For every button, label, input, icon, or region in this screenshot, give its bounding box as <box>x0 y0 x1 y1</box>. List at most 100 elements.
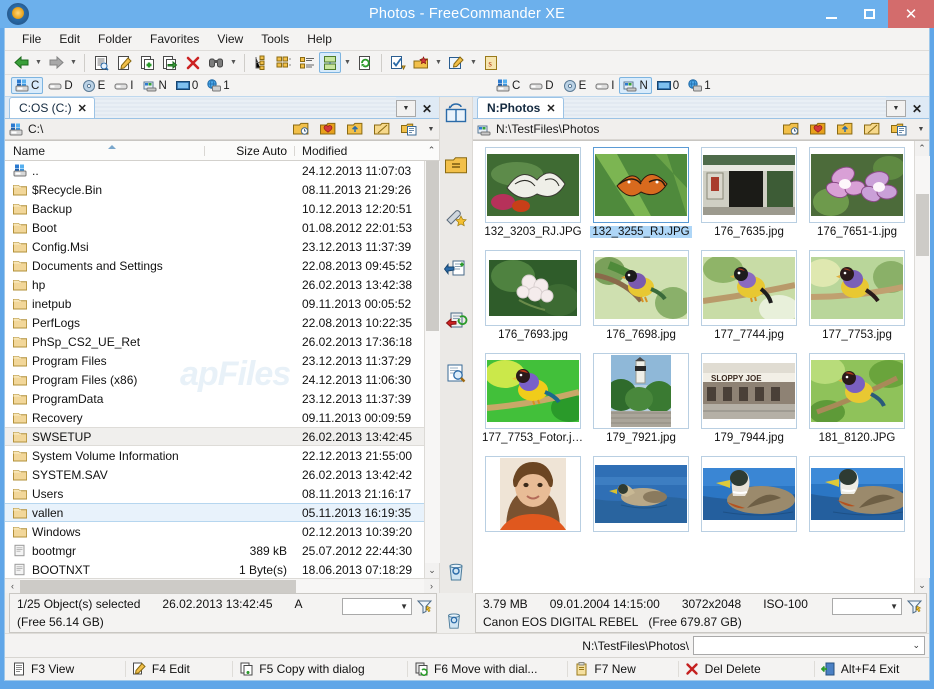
left-tab-close-icon[interactable]: ✕ <box>78 102 87 115</box>
copy-file-icon[interactable] <box>159 52 181 73</box>
view-dropdown-icon[interactable]: ▼ <box>342 52 353 73</box>
table-row[interactable]: Documents and Settings 22.08.2013 09:45:5… <box>5 256 424 275</box>
drive-button-1-left[interactable]: 1 <box>203 77 233 94</box>
new-file-icon[interactable] <box>136 52 158 73</box>
drive-button-i-right[interactable]: I <box>591 77 618 94</box>
left-path-dropdown-icon[interactable]: ▼ <box>425 126 437 133</box>
chevron-down-icon[interactable]: ▼ <box>400 602 408 611</box>
history-folder-icon[interactable] <box>780 120 802 139</box>
open-folder-icon[interactable] <box>861 120 883 139</box>
menu-file[interactable]: File <box>13 30 50 48</box>
function-key-alt-f4[interactable]: Alt+F4 Exit <box>815 662 929 677</box>
drive-button-e-left[interactable]: E <box>78 77 110 94</box>
function-key-f6[interactable]: F6 Move with dial... <box>408 662 567 677</box>
left-tab-dropdown-icon[interactable]: ▼ <box>396 100 416 117</box>
thumbnail-item[interactable]: SLOPPY JOE 179_7944.jpg <box>695 353 803 456</box>
left-scroll-down-arrow[interactable]: ⌄ <box>425 563 440 578</box>
find-dropdown-icon[interactable]: ▼ <box>228 52 239 73</box>
table-row[interactable]: bootmgr 389 kB 25.07.2012 22:44:30 <box>5 541 424 560</box>
drive-button-e-right[interactable]: E <box>559 77 591 94</box>
column-header-size[interactable]: Size Auto <box>205 144 295 158</box>
thumbnail-view-icon[interactable] <box>273 52 295 73</box>
maximize-button[interactable] <box>850 0 888 28</box>
rename-dropdown-icon[interactable]: ▼ <box>468 52 479 73</box>
compare-folders-icon[interactable] <box>443 361 469 387</box>
delete-icon[interactable] <box>182 52 204 73</box>
right-scroll-up-arrow[interactable]: ⌃ <box>915 141 930 156</box>
select-files-icon[interactable] <box>387 52 409 73</box>
left-hscroll-track[interactable] <box>20 578 424 594</box>
table-row[interactable]: Config.Msi 23.12.2013 11:37:39 <box>5 237 424 256</box>
favorite-folder-icon[interactable] <box>317 120 339 139</box>
right-scroll-track[interactable] <box>914 156 930 578</box>
menu-edit[interactable]: Edit <box>50 30 89 48</box>
command-input[interactable]: ⌄ <box>693 636 925 655</box>
thumbnail-image[interactable] <box>593 456 689 532</box>
thumbnail-image[interactable] <box>485 456 581 532</box>
table-row[interactable]: ProgramData 23.12.2013 11:37:39 <box>5 389 424 408</box>
function-key-f7[interactable]: F7 New <box>568 662 677 677</box>
left-tab-cos[interactable]: C:OS (C:) ✕ <box>9 97 95 118</box>
thumbnail-item[interactable]: 176_7635.jpg <box>695 147 803 250</box>
history-folder-icon[interactable] <box>290 120 312 139</box>
table-row[interactable]: Recovery 09.11.2013 00:09:59 <box>5 408 424 427</box>
thumbnail-item[interactable]: 176_7651-1.jpg <box>803 147 911 250</box>
drive-button-d-left[interactable]: D <box>44 77 76 94</box>
table-row[interactable]: System Volume Information 22.12.2013 21:5… <box>5 446 424 465</box>
thumbnail-image[interactable]: SLOPPY JOE <box>701 353 797 429</box>
table-row[interactable]: hp 26.02.2013 13:42:38 <box>5 275 424 294</box>
left-filter-combobox[interactable]: ▼ <box>342 598 412 615</box>
thumbnail-item[interactable]: 176_7693.jpg <box>479 250 587 353</box>
table-row[interactable]: Boot 01.08.2012 22:01:53 <box>5 218 424 237</box>
sync-favorites-icon[interactable] <box>443 205 469 231</box>
function-key-f4[interactable]: F4 Edit <box>126 662 232 677</box>
multi-rename-icon[interactable] <box>445 52 467 73</box>
open-folder-icon[interactable] <box>371 120 393 139</box>
menu-tools[interactable]: Tools <box>252 30 298 48</box>
thumbnail-image[interactable] <box>809 456 905 532</box>
copy-path-icon[interactable] <box>398 120 420 139</box>
parent-folder-icon[interactable] <box>834 120 856 139</box>
thumbnail-image[interactable] <box>485 250 581 326</box>
favorites-dropdown-icon[interactable]: ▼ <box>433 52 444 73</box>
thumbnail-image[interactable] <box>701 147 797 223</box>
table-row[interactable]: Windows 02.12.2013 10:39:20 <box>5 522 424 541</box>
settings-icon[interactable]: s <box>480 52 502 73</box>
copy-left-icon[interactable] <box>443 257 469 283</box>
thumbnail-item[interactable]: 177_7744.jpg <box>695 250 803 353</box>
table-row[interactable]: Users 08.11.2013 21:16:17 <box>5 484 424 503</box>
menu-folder[interactable]: Folder <box>89 30 141 48</box>
left-hscroll-right-arrow[interactable]: › <box>424 579 439 594</box>
table-row[interactable]: Program Files (x86) 24.12.2013 11:06:30 <box>5 370 424 389</box>
thumbnail-item[interactable] <box>695 456 803 559</box>
edit-file-icon[interactable] <box>113 52 135 73</box>
thumbnail-image[interactable] <box>593 353 689 429</box>
drive-button-1-right[interactable]: 1 <box>684 77 714 94</box>
drive-button-c-left[interactable]: C <box>11 77 44 94</box>
function-key-del[interactable]: Del Delete <box>679 662 814 677</box>
right-scroll-thumb[interactable] <box>915 194 929 256</box>
tree-view-icon[interactable] <box>250 52 272 73</box>
thumbnail-item[interactable]: 177_7753.jpg <box>803 250 911 353</box>
copy-path-icon[interactable] <box>888 120 910 139</box>
back-icon[interactable] <box>10 52 32 73</box>
parent-folder-icon[interactable] <box>344 120 366 139</box>
swap-panels-icon[interactable] <box>443 101 469 127</box>
minimize-button[interactable] <box>812 0 850 28</box>
thumbnail-item[interactable]: 179_7921.jpg <box>587 353 695 456</box>
thumbnail-image[interactable] <box>701 250 797 326</box>
recycle-bin-icon[interactable] <box>443 559 469 585</box>
left-scroll-thumb[interactable] <box>425 161 439 331</box>
table-row[interactable]: inetpub 09.11.2013 00:05:52 <box>5 294 424 313</box>
thumbnail-image[interactable] <box>701 456 797 532</box>
function-key-f3[interactable]: F3 View <box>5 662 125 677</box>
table-row[interactable]: SYSTEM.SAV 26.02.2013 13:42:42 <box>5 465 424 484</box>
properties-icon[interactable] <box>90 52 112 73</box>
table-row[interactable]: $Recycle.Bin 08.11.2013 21:29:26 <box>5 180 424 199</box>
column-header-modified[interactable]: Modified <box>295 144 424 158</box>
right-panel-close-icon[interactable]: ✕ <box>908 100 926 117</box>
drive-button-c-right[interactable]: C <box>492 77 524 94</box>
equal-folders-icon[interactable] <box>443 153 469 179</box>
find-files-icon[interactable] <box>205 52 227 73</box>
left-hscroll-thumb[interactable] <box>20 579 296 593</box>
